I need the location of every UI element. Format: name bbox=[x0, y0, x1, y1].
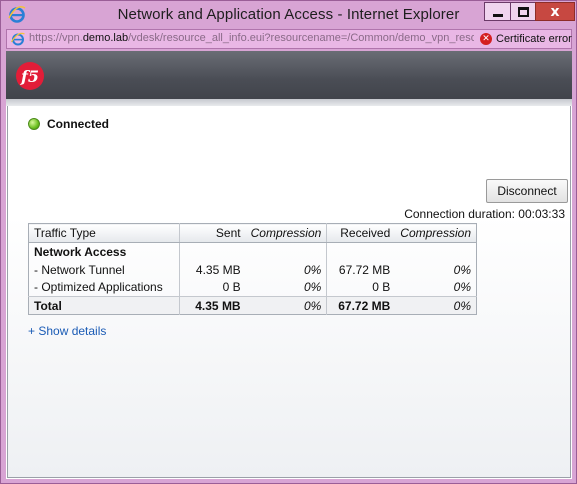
close-button[interactable]: x bbox=[535, 2, 575, 21]
show-details-link[interactable]: + Show details bbox=[28, 324, 106, 338]
connection-duration: Connection duration: 00:03:33 bbox=[404, 207, 565, 221]
f5-logo-icon: f5 bbox=[16, 62, 44, 90]
row-received-compression: 0% bbox=[453, 280, 471, 295]
status-indicator-icon bbox=[28, 118, 40, 130]
header-sent: Sent bbox=[179, 223, 246, 243]
header-traffic-type: Traffic Type bbox=[28, 223, 180, 243]
header-sent-compression: Compression bbox=[245, 223, 327, 243]
table-header-row: Traffic Type Sent Compression Received C… bbox=[28, 223, 477, 243]
certificate-error-icon[interactable]: ✕ bbox=[480, 33, 492, 45]
total-label: Total bbox=[28, 296, 180, 315]
row-sent: 0 B bbox=[179, 278, 246, 297]
table-group-row: Network Access bbox=[29, 242, 477, 261]
url-domain: demo.lab bbox=[82, 32, 129, 44]
total-received-compression: 0% bbox=[395, 296, 477, 315]
table-total-row: Total 4.35 MB 0% 67.72 MB 0% bbox=[28, 296, 477, 315]
row-received-compression: 0% bbox=[453, 262, 471, 277]
f5-header-bar: f5 bbox=[6, 51, 572, 99]
access-panel: Connected Disconnect Connection duration… bbox=[7, 106, 571, 478]
url-text[interactable]: https://vpn.demo.lab/vdesk/resource_all_… bbox=[29, 32, 474, 44]
header-divider bbox=[6, 99, 572, 106]
total-received: 67.72 MB bbox=[326, 296, 396, 315]
row-type: - Network Tunnel bbox=[34, 262, 125, 277]
maximize-icon bbox=[517, 6, 529, 17]
row-type: - Optimized Applications bbox=[34, 280, 163, 295]
disconnect-button[interactable]: Disconnect bbox=[486, 179, 568, 203]
title-bar[interactable]: Network and Application Access - Interne… bbox=[1, 1, 576, 28]
certificate-error-label[interactable]: Certificate error bbox=[496, 33, 572, 45]
row-sent: 4.35 MB bbox=[179, 260, 246, 279]
row-received: 0 B bbox=[326, 278, 396, 297]
header-received: Received bbox=[326, 223, 396, 243]
svg-text:f5: f5 bbox=[20, 67, 39, 86]
row-sent-compression: 0% bbox=[303, 280, 322, 295]
page-icon bbox=[11, 32, 25, 46]
row-sent-compression: 0% bbox=[303, 262, 322, 277]
minimize-icon bbox=[492, 14, 503, 17]
page-content: f5 Connected Disconnect Connection durat… bbox=[6, 51, 572, 479]
header-received-compression: Compression bbox=[395, 223, 477, 243]
minimize-button[interactable] bbox=[484, 2, 510, 21]
browser-window: Network and Application Access - Interne… bbox=[0, 0, 577, 484]
total-sent: 4.35 MB bbox=[179, 296, 246, 315]
total-sent-compression: 0% bbox=[245, 296, 327, 315]
table-row: - Network Tunnel 4.35 MB 0% 67.72 MB 0% bbox=[29, 260, 477, 279]
maximize-button[interactable] bbox=[510, 2, 535, 21]
traffic-table: Traffic Type Sent Compression Received C… bbox=[28, 223, 477, 315]
address-bar[interactable]: https://vpn.demo.lab/vdesk/resource_all_… bbox=[6, 29, 572, 49]
table-row: - Optimized Applications 0 B 0% 0 B 0% bbox=[29, 278, 477, 297]
close-icon: x bbox=[550, 3, 560, 20]
url-path: /vdesk/resource_all_info.eui?resourcenam… bbox=[128, 32, 474, 44]
status-label: Connected bbox=[47, 117, 110, 131]
row-received: 67.72 MB bbox=[326, 260, 396, 279]
group-label: Network Access bbox=[34, 244, 127, 259]
connection-status: Connected bbox=[28, 117, 109, 131]
url-prefix: https://vpn. bbox=[29, 32, 83, 44]
